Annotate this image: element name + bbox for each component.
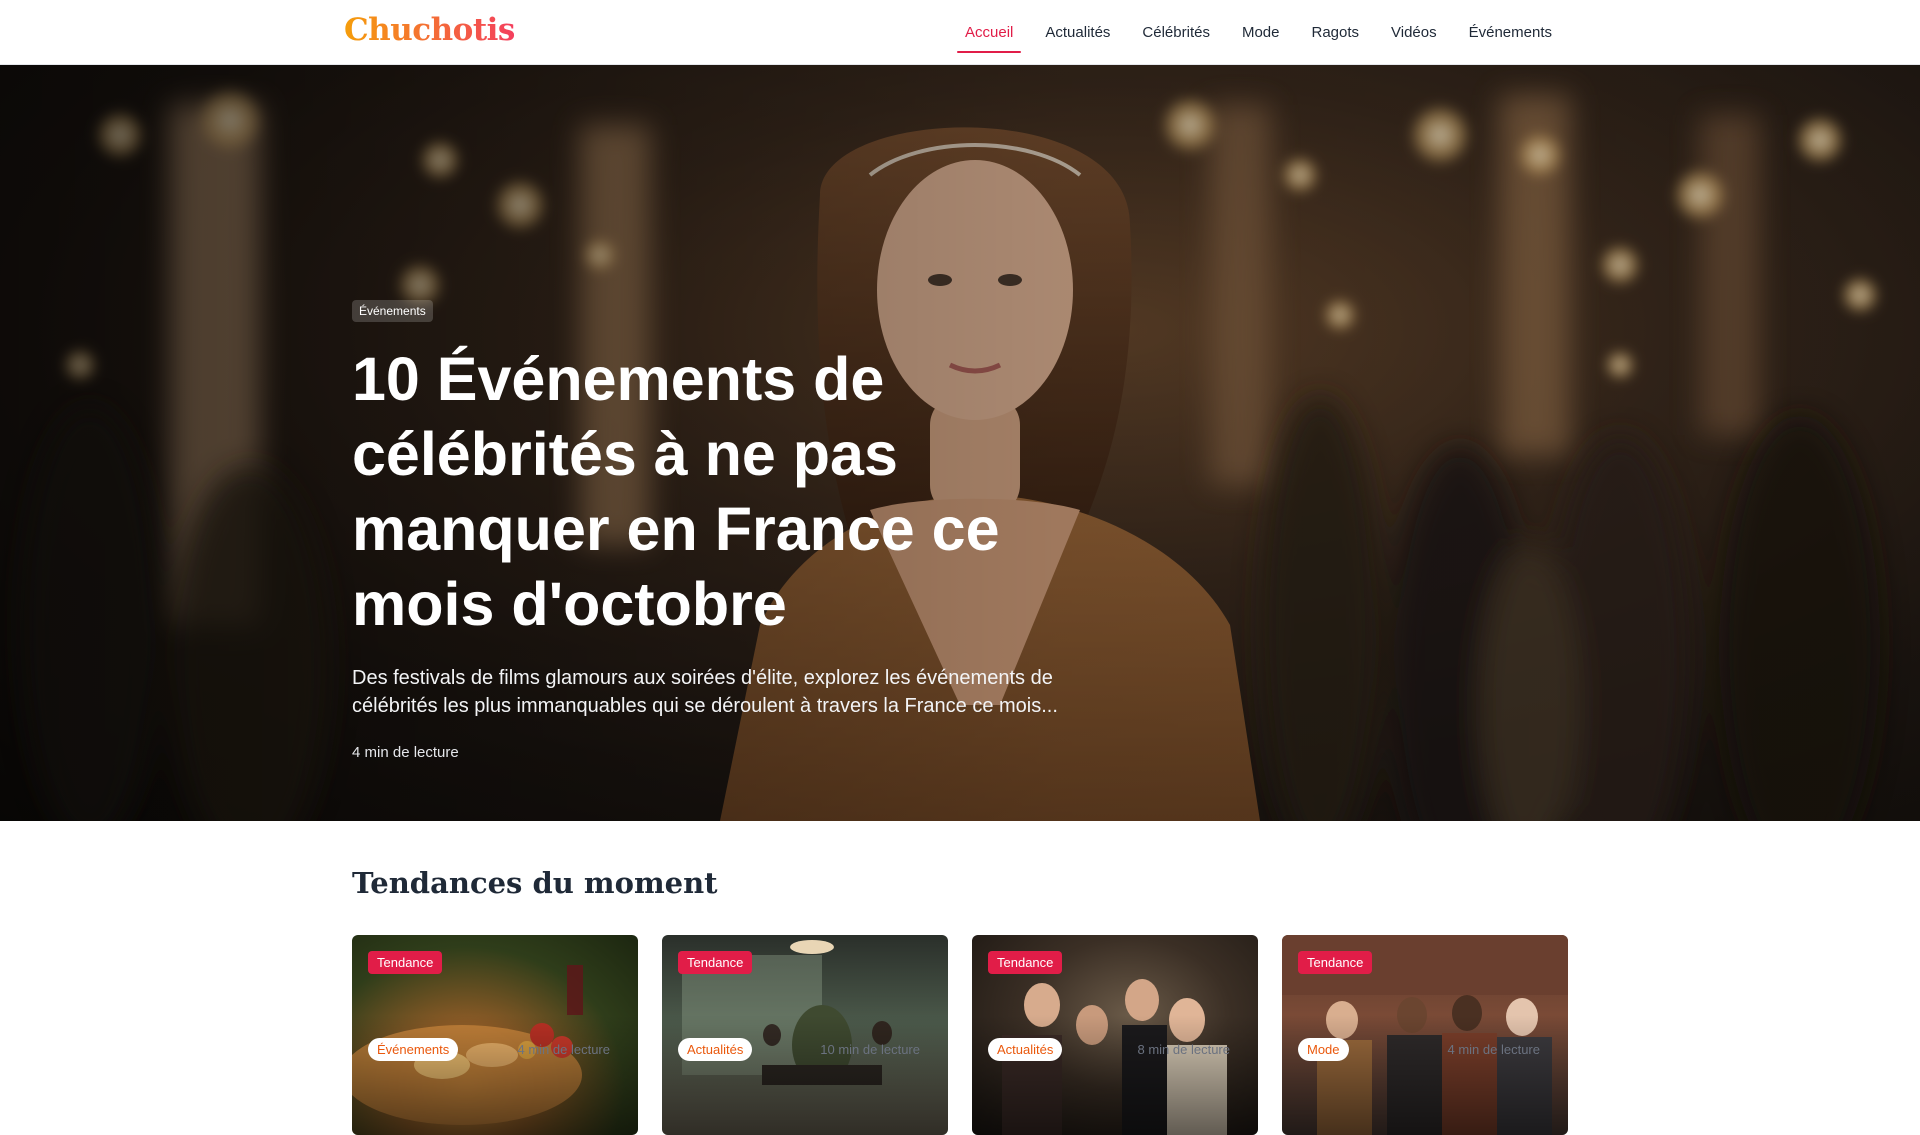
trending-card[interactable]: Tendance Mode 4 min de lecture <box>1282 935 1568 1135</box>
card-category-tag[interactable]: Mode <box>1298 1038 1349 1061</box>
nav-item-ragots[interactable]: Ragots <box>1295 11 1375 55</box>
card-category-tag[interactable]: Événements <box>368 1038 459 1061</box>
hero-title[interactable]: 10 Événements de célébrités à ne pas man… <box>352 342 1072 642</box>
trending-card[interactable]: Tendance Actualités 8 min de lecture <box>972 935 1258 1135</box>
trending-badge: Tendance <box>368 951 443 974</box>
hero-read-time: 4 min de lecture <box>352 744 459 761</box>
hero-banner[interactable]: Événements 10 Événements de célébrités à… <box>0 65 1920 821</box>
trending-section-title: Tendances du moment <box>352 866 718 900</box>
trending-card[interactable]: Tendance Actualités 10 min de lecture <box>662 935 948 1135</box>
site-logo[interactable]: Chuchotis <box>344 12 515 48</box>
card-read-time: 10 min de lecture <box>820 1042 920 1057</box>
nav-item-actualites[interactable]: Actualités <box>1029 11 1126 55</box>
hero-category-badge[interactable]: Événements <box>352 300 433 322</box>
trending-card[interactable]: Tendance Événements 4 min de lecture <box>352 935 638 1135</box>
nav-item-videos[interactable]: Vidéos <box>1375 11 1453 55</box>
card-read-time: 4 min de lecture <box>517 1042 611 1057</box>
nav-item-celebrites[interactable]: Célébrités <box>1126 11 1226 55</box>
site-header: Chuchotis Accueil Actualités Célébrités … <box>0 0 1920 65</box>
hero-subtitle: Des festivals de films glamours aux soir… <box>352 667 1058 717</box>
card-read-time: 8 min de lecture <box>1137 1042 1231 1057</box>
card-category-tag[interactable]: Actualités <box>988 1038 1063 1061</box>
trending-badge: Tendance <box>1298 951 1373 974</box>
trending-badge: Tendance <box>678 951 753 974</box>
nav-item-evenements[interactable]: Événements <box>1453 11 1568 55</box>
main-nav: Accueil Actualités Célébrités Mode Ragot… <box>949 0 1568 65</box>
card-category-tag[interactable]: Actualités <box>678 1038 753 1061</box>
card-read-time: 4 min de lecture <box>1447 1042 1541 1057</box>
hero-content: Événements 10 Événements de célébrités à… <box>352 300 1172 761</box>
trending-cards: Tendance Événements 4 min de lecture Ten… <box>352 935 1568 1135</box>
nav-item-mode[interactable]: Mode <box>1226 11 1296 55</box>
trending-badge: Tendance <box>988 951 1063 974</box>
nav-item-accueil[interactable]: Accueil <box>949 11 1029 55</box>
